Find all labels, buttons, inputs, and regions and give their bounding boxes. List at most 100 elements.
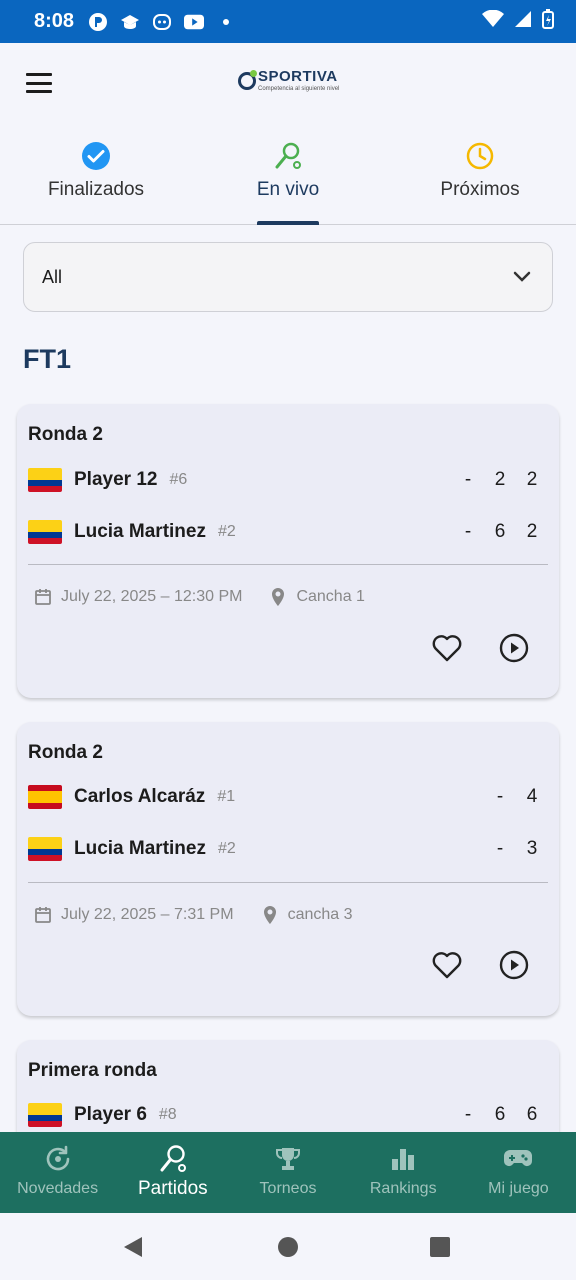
menu-icon[interactable] bbox=[26, 73, 52, 93]
home-icon[interactable] bbox=[277, 1236, 299, 1258]
recents-icon[interactable] bbox=[429, 1236, 451, 1258]
back-icon[interactable] bbox=[122, 1235, 144, 1259]
spain-flag-icon bbox=[28, 785, 62, 809]
score-set-2: 2 bbox=[526, 469, 538, 490]
section-title: FT1 bbox=[23, 344, 72, 374]
player-scores: - 3 bbox=[484, 838, 548, 860]
favorite-heart-icon[interactable] bbox=[429, 947, 465, 983]
tennis-racket-icon bbox=[273, 141, 303, 171]
logo-tagline: Competencia al siguiente nivel bbox=[258, 86, 340, 92]
location-pin-icon bbox=[260, 905, 280, 925]
school-icon bbox=[120, 12, 140, 32]
sportiva-logo: SPORTIVA Competencia al siguiente nivel bbox=[238, 69, 339, 93]
player-name: Lucia Martinez bbox=[74, 838, 206, 859]
category-filter-select[interactable]: All bbox=[23, 242, 553, 312]
score-set-2: 6 bbox=[526, 1104, 538, 1125]
player-name: Carlos Alcaráz bbox=[74, 786, 206, 807]
tab-proximos[interactable]: Próximos bbox=[384, 123, 576, 224]
colombia-flag-icon bbox=[28, 1103, 62, 1127]
player-seed: #8 bbox=[158, 1106, 177, 1123]
more-notifications-icon bbox=[216, 12, 236, 32]
tab-finalizados[interactable]: Finalizados bbox=[0, 123, 192, 224]
colombia-flag-icon bbox=[28, 837, 62, 861]
nav-partidos[interactable]: Partidos bbox=[115, 1132, 230, 1213]
tab-label: Finalizados bbox=[47, 179, 145, 200]
player-row: Carlos Alcaráz #1 - 4 bbox=[28, 782, 548, 812]
score-current: - bbox=[464, 521, 472, 542]
nav-novedades[interactable]: Novedades bbox=[0, 1132, 115, 1213]
refresh-icon bbox=[43, 1144, 73, 1174]
card-divider bbox=[28, 882, 548, 883]
score-set-1: 3 bbox=[526, 838, 538, 859]
match-datetime: July 22, 2025 – 12:30 PM bbox=[61, 588, 243, 605]
favorite-heart-icon[interactable] bbox=[429, 630, 465, 666]
play-circle-icon[interactable] bbox=[496, 630, 532, 666]
nav-mi-juego[interactable]: Mi juego bbox=[461, 1132, 576, 1213]
chevron-down-icon bbox=[510, 265, 534, 289]
app-header: SPORTIVA Competencia al siguiente nivel bbox=[0, 43, 576, 123]
match-card[interactable]: Ronda 2 Player 12 #6 - 2 2 Lucia Martine… bbox=[17, 404, 559, 698]
bar-chart-icon bbox=[388, 1144, 418, 1174]
app-notification-icon bbox=[152, 12, 172, 32]
active-tab-indicator bbox=[257, 221, 319, 225]
round-label: Ronda 2 bbox=[28, 424, 103, 445]
score-current: - bbox=[464, 469, 472, 490]
youtube-icon bbox=[184, 12, 205, 32]
score-current: - bbox=[496, 786, 504, 807]
location-pin-icon bbox=[268, 587, 288, 607]
match-meta: July 22, 2025 – 7:31 PM cancha 3 bbox=[33, 905, 353, 925]
round-label: Ronda 2 bbox=[28, 742, 103, 763]
match-status-tabs: Finalizados En vivo Próximos bbox=[0, 123, 576, 225]
player-seed: #1 bbox=[217, 788, 236, 805]
nav-rankings[interactable]: Rankings bbox=[346, 1132, 461, 1213]
score-set-1: 6 bbox=[494, 1104, 506, 1125]
player-row: Lucia Martinez #2 - 6 2 bbox=[28, 517, 548, 547]
signal-icon bbox=[514, 10, 532, 33]
player-name: Player 6 bbox=[74, 1104, 147, 1125]
player-seed: #2 bbox=[217, 523, 236, 540]
wifi-icon bbox=[482, 9, 504, 33]
clock-icon bbox=[465, 141, 495, 171]
player-row: Lucia Martinez #2 - 3 bbox=[28, 834, 548, 864]
gamepad-icon bbox=[503, 1144, 533, 1174]
player-row: Player 12 #6 - 2 2 bbox=[28, 465, 548, 495]
player-scores: - 6 2 bbox=[452, 521, 548, 543]
colombia-flag-icon bbox=[28, 468, 62, 492]
battery-charging-icon bbox=[542, 9, 554, 34]
logo-name: SPORTIVA bbox=[258, 68, 338, 85]
trophy-icon bbox=[273, 1144, 303, 1174]
score-current: - bbox=[464, 1104, 472, 1125]
score-set-1: 4 bbox=[526, 786, 538, 807]
filter-value: All bbox=[42, 266, 63, 287]
match-datetime: July 22, 2025 – 7:31 PM bbox=[61, 906, 234, 923]
player-row: Player 6 #8 - 6 6 bbox=[28, 1100, 548, 1130]
calendar-icon bbox=[33, 905, 53, 925]
nav-torneos[interactable]: Torneos bbox=[230, 1132, 345, 1213]
status-time: 8:08 bbox=[34, 10, 75, 32]
tennis-racket-icon bbox=[158, 1144, 188, 1174]
bottom-navigation: Novedades Partidos Torneos Rankings Mi j… bbox=[0, 1132, 576, 1213]
player-scores: - 2 2 bbox=[452, 469, 548, 491]
match-card[interactable]: Ronda 2 Carlos Alcaráz #1 - 4 Lucia Mart… bbox=[17, 722, 559, 1016]
match-court: Cancha 1 bbox=[296, 588, 365, 605]
score-set-1: 2 bbox=[494, 469, 506, 490]
check-circle-icon bbox=[81, 141, 111, 171]
play-circle-icon[interactable] bbox=[496, 947, 532, 983]
score-current: - bbox=[496, 838, 504, 859]
tab-en-vivo[interactable]: En vivo bbox=[192, 123, 384, 225]
player-scores: - 6 6 bbox=[452, 1104, 548, 1126]
nav-label: Rankings bbox=[369, 1180, 437, 1197]
score-set-1: 6 bbox=[494, 521, 506, 542]
player-seed: #6 bbox=[169, 471, 188, 488]
nav-label: Mi juego bbox=[488, 1180, 549, 1197]
player-seed: #2 bbox=[217, 840, 236, 857]
player-name: Lucia Martinez bbox=[74, 521, 206, 542]
round-label: Primera ronda bbox=[28, 1060, 157, 1081]
nav-label: Torneos bbox=[259, 1180, 317, 1197]
nav-label: Novedades bbox=[17, 1180, 99, 1197]
colombia-flag-icon bbox=[28, 520, 62, 544]
match-court: cancha 3 bbox=[287, 906, 353, 923]
score-set-2: 2 bbox=[526, 521, 538, 542]
nav-label: Partidos bbox=[137, 1178, 208, 1199]
calendar-icon bbox=[33, 587, 53, 607]
